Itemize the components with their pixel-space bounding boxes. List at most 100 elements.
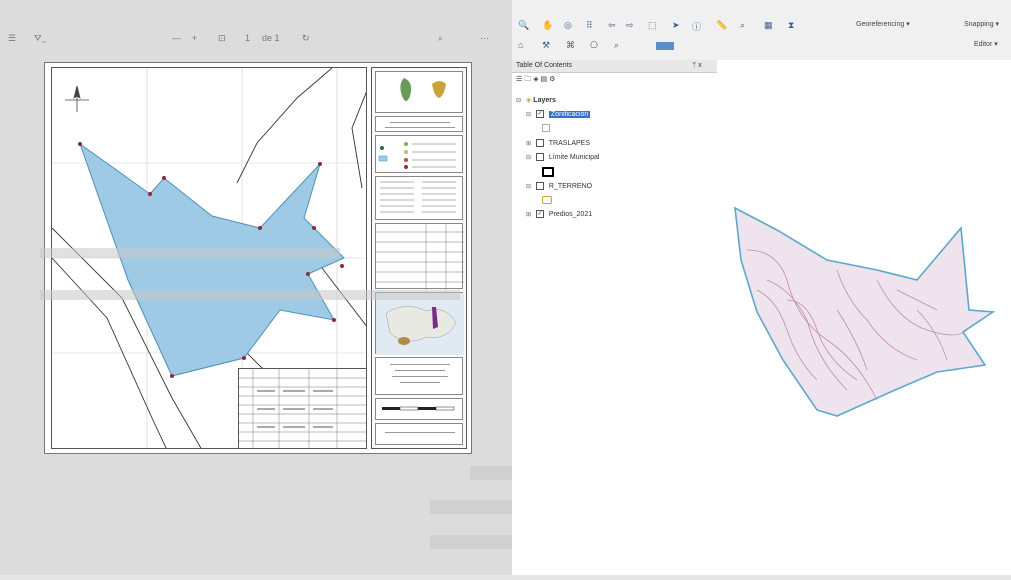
map-data-view[interactable] <box>717 60 1011 575</box>
layer-visibility-checkbox[interactable] <box>535 153 544 161</box>
forward-extent-icon[interactable]: ⇨ <box>626 20 634 31</box>
layer-visibility-checkbox[interactable]: ✓ <box>535 210 544 218</box>
pdf-viewer-panel: ☰ ⛛⌄ — + ⊡ 1 de 1 ↻ ⌕ ⋯ <box>0 0 512 575</box>
institution-logos <box>400 78 446 101</box>
page-number-input[interactable]: 1 <box>245 33 250 43</box>
list-by-source-icon[interactable]: 🗀 <box>524 76 531 83</box>
zonificacion-symbol <box>542 124 553 132</box>
fit-page-icon[interactable]: ⊡ <box>218 33 226 44</box>
pdf-toolbar: ☰ ⛛⌄ — + ⊡ 1 de 1 ↻ ⌕ ⋯ <box>0 28 512 52</box>
toc-pin-close[interactable]: ᛘ x <box>692 62 702 69</box>
editor-menu[interactable]: Editor ▾ <box>974 40 998 48</box>
limite-municipal-symbol <box>542 167 554 179</box>
area-table-block <box>375 223 464 290</box>
zonification-outline[interactable] <box>734 206 996 417</box>
parcel-polygon <box>79 142 345 377</box>
layer-name: R_TERRENO <box>548 182 593 190</box>
map-frame <box>51 67 367 449</box>
expand-icon[interactable]: ⊞ <box>526 211 531 218</box>
toc-layer-predios-2021[interactable]: ⊞ ✓ Predios_2021 <box>526 210 592 218</box>
expand-icon[interactable]: ⊟ <box>526 111 531 118</box>
credits-block <box>375 357 463 395</box>
snapping-menu[interactable]: Snapping ▾ <box>964 20 999 28</box>
fixed-zoom-icon[interactable]: ⠿ <box>586 20 593 31</box>
list-by-drawing-order-icon[interactable]: ☰ <box>516 76 522 83</box>
collapse-icon[interactable]: ⊟ <box>526 183 531 190</box>
page-count-label: de 1 <box>262 33 280 43</box>
layer-name: Predios_2021 <box>548 210 593 218</box>
layer-visibility-checkbox[interactable] <box>535 139 544 147</box>
select-elements-icon[interactable]: ➤ <box>672 20 680 31</box>
select-features-icon[interactable]: ⬚ <box>648 20 657 31</box>
layer-visibility-checkbox[interactable] <box>535 182 544 190</box>
georeferencing-menu[interactable]: Georeferencing ▾ <box>856 20 910 28</box>
symbol-swatch <box>542 167 554 177</box>
full-extent-icon[interactable]: ◎ <box>564 20 572 31</box>
search-icon[interactable]: ⌕ <box>438 33 443 44</box>
pan-tool-icon[interactable]: ✋ <box>542 20 553 31</box>
arcmap-window: 🔍 ✋ ◎ ⠿ ⇦ ⇨ ⬚ ➤ ⓘ 📏 ⌕ ▦ ⧗ Georeferencing… <box>512 0 1011 575</box>
find-icon[interactable]: ⌕ <box>740 20 745 31</box>
location-map-block <box>375 292 464 355</box>
layer-name: Límite Municipal <box>548 153 600 161</box>
scale-bar-block <box>375 398 463 420</box>
back-extent-icon[interactable]: ⇦ <box>608 20 616 31</box>
more-options-icon[interactable]: ⋯ <box>480 33 489 44</box>
north-arrow-icon <box>65 85 89 112</box>
expand-icon[interactable]: ⊞ <box>526 140 531 147</box>
r-terreno-symbol <box>542 196 552 206</box>
filter-icon[interactable]: ⛛⌄ <box>34 33 46 44</box>
toc-layer-zonificacion[interactable]: ⊟ ✓ Zonificación <box>526 110 591 118</box>
metadata-block <box>375 176 463 220</box>
area-table-grid <box>376 224 464 290</box>
toolbox-icon[interactable]: ⚒ <box>542 40 550 51</box>
layer-name: TRASLAPES <box>548 139 591 147</box>
map-sheet <box>44 62 472 454</box>
toc-layer-r-terreno[interactable]: ⊟ R_TERRENO <box>526 182 592 190</box>
options-icon[interactable]: ⚙ <box>549 76 555 83</box>
zoom-out-button[interactable]: — <box>172 33 181 43</box>
coordinate-table-grid <box>239 369 366 448</box>
toc-header: Table Of Contents ᛘ x <box>512 60 717 73</box>
metadata-lines <box>380 181 456 213</box>
layer-name: Zonificación <box>548 110 591 118</box>
layer-name: Layers <box>533 97 556 104</box>
layer-visibility-checkbox[interactable]: ✓ <box>535 110 544 118</box>
time-slider-icon[interactable]: ⧗ <box>788 20 794 31</box>
catalog-icon[interactable]: ⌂ <box>518 40 523 50</box>
zoom-in-tool-icon[interactable]: 🔍 <box>518 20 529 31</box>
zonification-map[interactable] <box>717 60 1011 575</box>
zoom-in-button[interactable]: + <box>192 33 197 43</box>
layers-folder-icon: ◈ <box>525 97 532 104</box>
toc-title: Table Of Contents <box>516 62 573 69</box>
location-map <box>376 293 464 355</box>
legend-block <box>375 135 463 173</box>
toc-layer-limite-municipal[interactable]: ⊟ Límite Municipal <box>526 153 599 161</box>
list-by-selection-icon[interactable]: ▤ <box>541 76 548 83</box>
symbol-swatch <box>542 124 550 132</box>
identify-icon[interactable]: ⓘ <box>692 20 701 33</box>
table-of-contents-pane: Table Of Contents ᛘ x ☰ 🗀 ◈ ▤ ⚙ ⊟ ◈ Laye… <box>512 60 718 575</box>
editing-toolbar-button[interactable] <box>656 42 674 50</box>
logos-block <box>375 71 463 113</box>
map-legend-panel <box>371 67 467 449</box>
scale-bar <box>382 406 455 411</box>
arcmap-toolbar: 🔍 ✋ ◎ ⠿ ⇦ ⇨ ⬚ ➤ ⓘ 📏 ⌕ ▦ ⧗ Georeferencing… <box>512 0 1011 61</box>
toc-view-buttons: ☰ 🗀 ◈ ▤ ⚙ <box>516 75 555 86</box>
list-by-visibility-icon[interactable]: ◈ <box>533 76 538 83</box>
collapse-icon[interactable]: ⊟ <box>526 154 531 161</box>
search-window-icon[interactable]: ⌕ <box>614 40 619 51</box>
python-icon[interactable]: ⌘ <box>566 40 575 51</box>
title-block <box>375 116 463 132</box>
toc-layer-root[interactable]: ⊟ ◈ Layers <box>516 96 556 104</box>
coordinate-table <box>238 368 366 448</box>
footer-block <box>375 423 463 445</box>
legend-swatches <box>378 142 456 169</box>
menu-icon[interactable]: ☰ <box>8 33 16 44</box>
model-builder-icon[interactable]: ⎔ <box>590 40 598 51</box>
collapse-icon[interactable]: ⊟ <box>516 97 521 104</box>
measure-icon[interactable]: 📏 <box>716 20 727 31</box>
toc-layer-traslapes[interactable]: ⊞ TRASLAPES <box>526 139 590 147</box>
rotate-icon[interactable]: ↻ <box>302 33 310 44</box>
layout-icon[interactable]: ▦ <box>764 20 773 31</box>
